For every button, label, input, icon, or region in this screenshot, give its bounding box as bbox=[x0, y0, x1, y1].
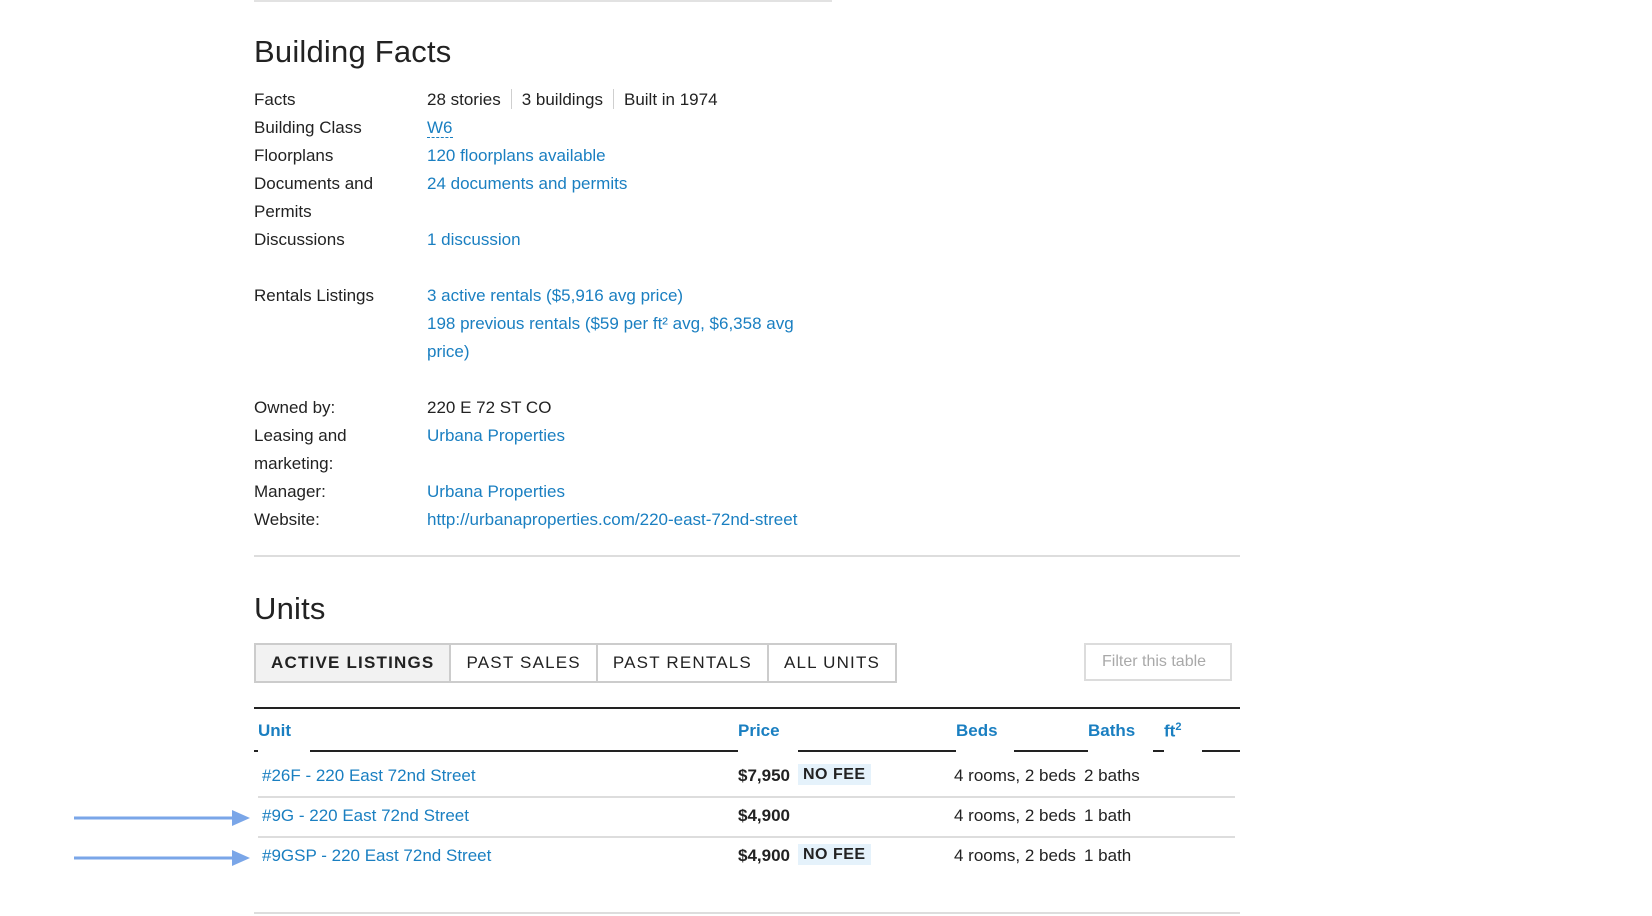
header-underline bbox=[1202, 750, 1240, 752]
fact-separator bbox=[612, 89, 614, 109]
owned-label: Owned by: bbox=[254, 398, 336, 417]
unit-price: $7,950 bbox=[738, 766, 790, 785]
column-header-beds[interactable]: Beds bbox=[956, 721, 998, 741]
arrow-pointer-icon bbox=[74, 810, 250, 826]
building-class-row: Building Class W6 bbox=[254, 114, 874, 142]
unit-link[interactable]: #9GSP - 220 East 72nd Street bbox=[262, 846, 491, 866]
website-row: Website: http://urbanaproperties.com/220… bbox=[254, 506, 874, 534]
table-header-top-border bbox=[254, 707, 1240, 709]
unit-baths: 2 baths bbox=[1084, 766, 1140, 785]
floorplans-label: Floorplans bbox=[254, 146, 334, 165]
built-year-fact: Built in 1974 bbox=[623, 90, 718, 109]
section-divider bbox=[254, 555, 1240, 557]
header-underline bbox=[798, 750, 956, 752]
header-underline bbox=[1153, 750, 1164, 752]
units-tabs: ACTIVE LISTINGS PAST SALES PAST RENTALS … bbox=[254, 643, 898, 683]
header-underline bbox=[310, 750, 738, 752]
discussions-row: Discussions 1 discussion bbox=[254, 226, 874, 254]
tab-past-sales[interactable]: PAST SALES bbox=[449, 643, 598, 683]
leasing-label: Leasing and marketing: bbox=[254, 426, 347, 473]
manager-row: Manager: Urbana Properties bbox=[254, 478, 874, 506]
documents-label: Documents and Permits bbox=[254, 174, 374, 221]
rentals-row: Rentals Listings 3 active rentals ($5,91… bbox=[254, 282, 874, 366]
manager-link[interactable]: Urbana Properties bbox=[427, 482, 565, 501]
unit-link[interactable]: #26F - 220 East 72nd Street bbox=[262, 766, 476, 786]
no-fee-badge: NO FEE bbox=[798, 764, 871, 785]
manager-label: Manager: bbox=[254, 482, 326, 501]
no-fee-badge: NO FEE bbox=[798, 844, 871, 865]
unit-beds: 4 rooms, 2 beds bbox=[954, 766, 1076, 785]
buildings-fact: 3 buildings bbox=[521, 90, 603, 109]
previous-rentals-link[interactable]: 198 previous rentals ($59 per ft² avg, $… bbox=[427, 314, 794, 361]
unit-beds: 4 rooms, 2 beds bbox=[954, 846, 1076, 865]
top-divider bbox=[254, 0, 832, 2]
active-rentals-link[interactable]: 3 active rentals ($5,916 avg price) bbox=[427, 286, 683, 305]
building-class-link[interactable]: W6 bbox=[427, 118, 453, 138]
building-class-label: Building Class bbox=[254, 118, 362, 137]
rentals-label: Rentals Listings bbox=[254, 286, 375, 305]
column-header-sqft[interactable]: ft2 bbox=[1164, 721, 1181, 742]
filter-table-input[interactable] bbox=[1084, 643, 1232, 681]
tab-all-units[interactable]: ALL UNITS bbox=[766, 643, 898, 683]
column-header-price[interactable]: Price bbox=[738, 721, 780, 741]
column-header-baths[interactable]: Baths bbox=[1088, 721, 1135, 741]
arrow-pointer-icon bbox=[74, 850, 250, 866]
units-title: Units bbox=[254, 591, 326, 626]
bottom-divider bbox=[254, 912, 1240, 914]
tab-active-listings[interactable]: ACTIVE LISTINGS bbox=[254, 643, 452, 683]
discussions-link[interactable]: 1 discussion bbox=[427, 230, 521, 249]
tab-past-rentals[interactable]: PAST RENTALS bbox=[595, 643, 769, 683]
unit-beds: 4 rooms, 2 beds bbox=[954, 806, 1076, 825]
documents-link[interactable]: 24 documents and permits bbox=[427, 174, 627, 193]
unit-price: $4,900 bbox=[738, 846, 790, 865]
website-label: Website: bbox=[254, 510, 320, 529]
owner-value: 220 E 72 ST CO bbox=[427, 398, 552, 417]
building-facts-title: Building Facts bbox=[254, 34, 452, 69]
stories-fact: 28 stories bbox=[427, 90, 501, 109]
row-divider bbox=[258, 836, 1235, 838]
floorplans-row: Floorplans 120 floorplans available bbox=[254, 142, 874, 170]
discussions-label: Discussions bbox=[254, 230, 345, 249]
leasing-link[interactable]: Urbana Properties bbox=[427, 426, 565, 445]
floorplans-link[interactable]: 120 floorplans available bbox=[427, 146, 606, 165]
unit-link[interactable]: #9G - 220 East 72nd Street bbox=[262, 806, 469, 826]
documents-row: Documents and Permits 24 documents and pe… bbox=[254, 170, 874, 226]
building-facts-list: Facts 28 stories 3 buildings Built in 1974… bbox=[254, 86, 874, 534]
unit-baths: 1 bath bbox=[1084, 846, 1132, 865]
column-header-unit[interactable]: Unit bbox=[258, 721, 291, 741]
fact-separator bbox=[510, 89, 512, 109]
facts-row: Facts 28 stories 3 buildings Built in 1974 bbox=[254, 86, 874, 114]
unit-price: $4,900 bbox=[738, 806, 790, 825]
leasing-row: Leasing and marketing: Urbana Properties bbox=[254, 422, 874, 478]
facts-label: Facts bbox=[254, 90, 296, 109]
header-underline bbox=[1014, 750, 1088, 752]
website-link[interactable]: http://urbanaproperties.com/220-east-72n… bbox=[427, 510, 797, 529]
row-divider bbox=[258, 796, 1235, 798]
owner-row: Owned by: 220 E 72 ST CO bbox=[254, 394, 874, 422]
header-underline bbox=[254, 750, 258, 752]
unit-baths: 1 bath bbox=[1084, 806, 1132, 825]
